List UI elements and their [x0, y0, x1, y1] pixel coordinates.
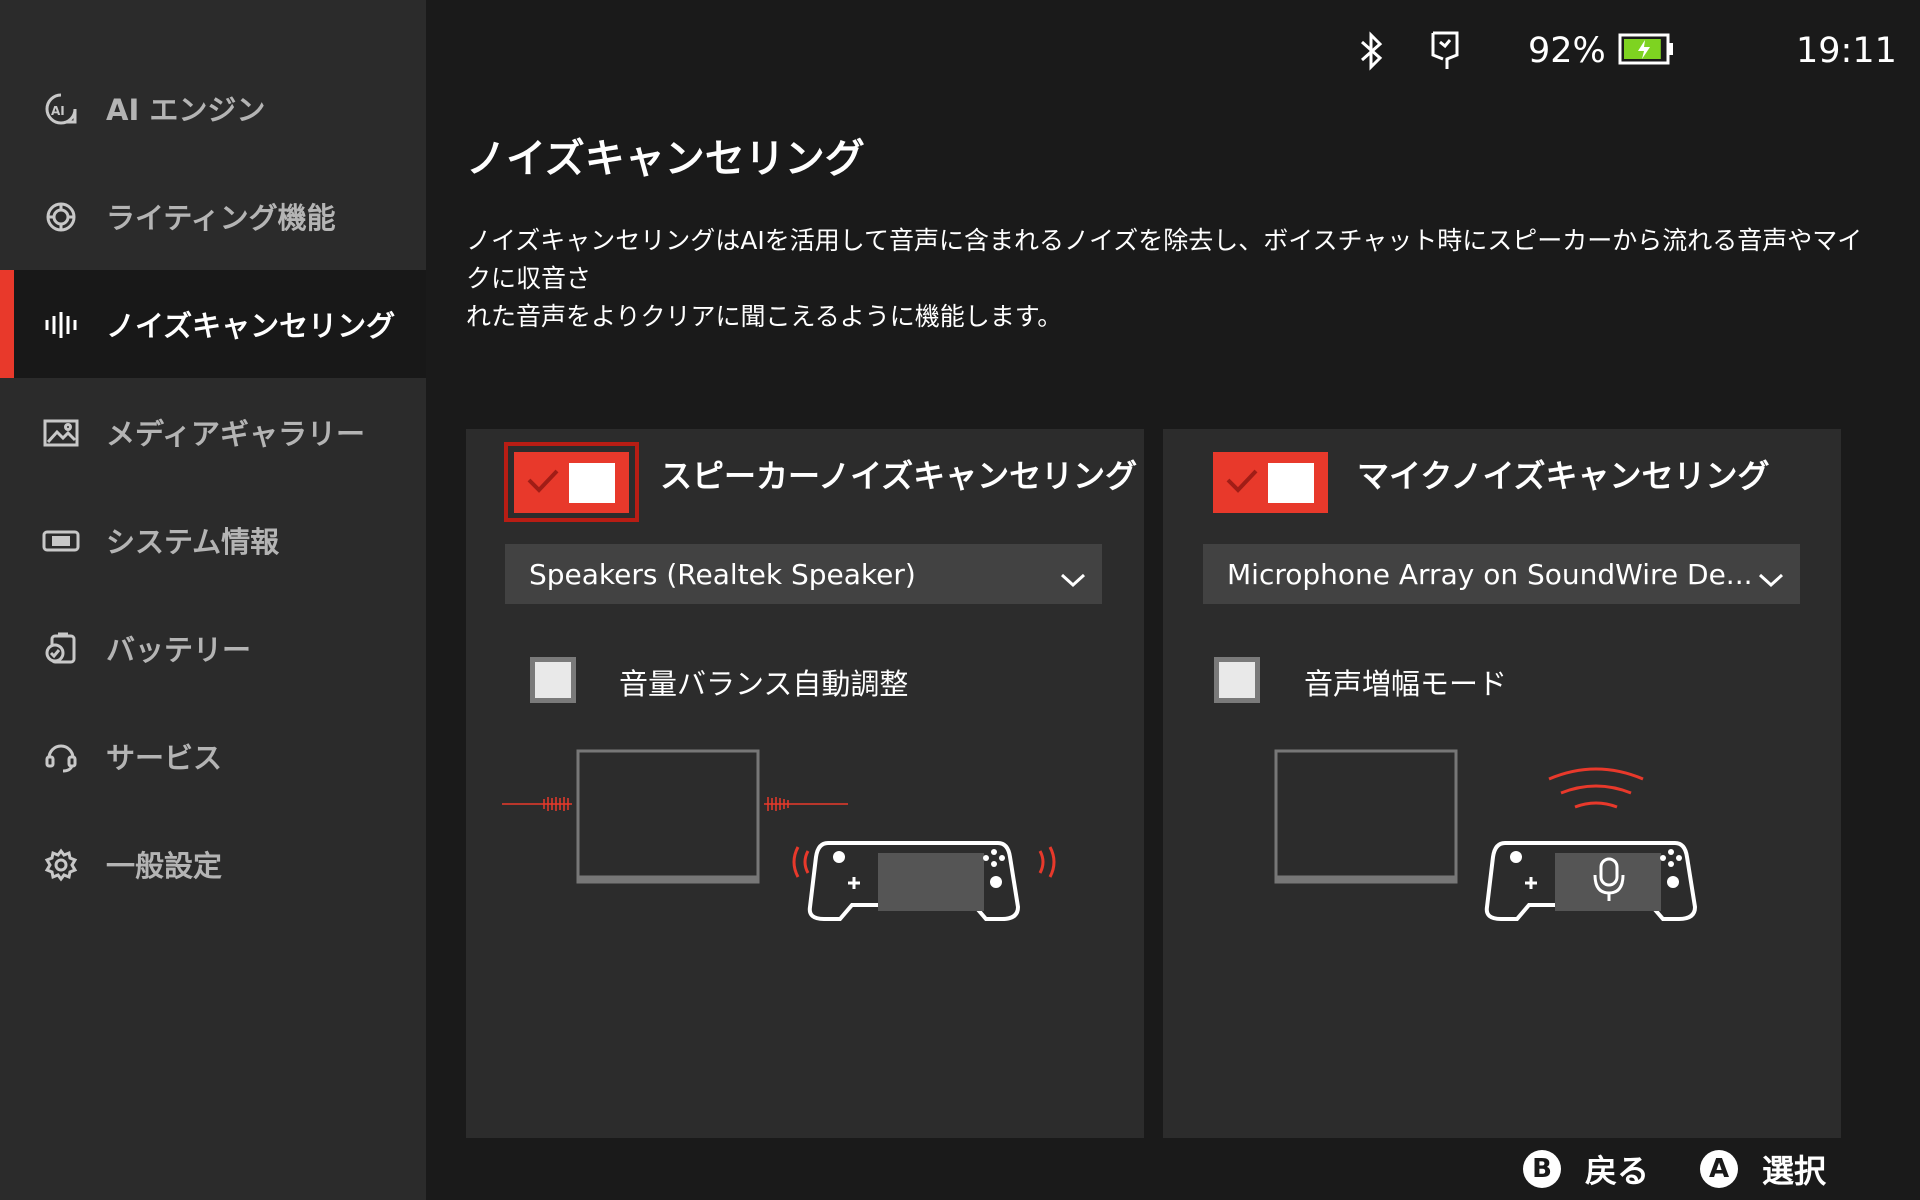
battery-check-icon [42, 632, 80, 666]
selected-device: Speakers (Realtek Speaker) [529, 557, 916, 591]
clock-time: 19:11 [1796, 31, 1897, 71]
speaker-card-title: スピーカーノイズキャンセリング [660, 457, 1138, 495]
ai-icon: AI [42, 92, 80, 126]
page-description: ノイズキャンセリングはAIを活用して音声に含まれるノイズを除去し、ボイスチャット… [466, 222, 1866, 336]
sidebar-item-lighting[interactable]: ライティング機能 [0, 162, 426, 270]
sidebar-item-label: ライティング機能 [106, 201, 336, 235]
speaker-illustration [502, 747, 1082, 951]
mic-toggle[interactable] [1213, 452, 1328, 513]
voice-boost-label: 音声増幅モード [1304, 667, 1508, 701]
signal-wave-icon [1548, 767, 1644, 809]
sidebar-item-label: サービス [106, 741, 223, 775]
image-icon [42, 416, 80, 450]
mic-card-title: マイクノイズキャンセリング [1357, 457, 1770, 495]
select-label: 選択 [1762, 1152, 1827, 1190]
sidebar-item-noise-cancelling[interactable]: ノイズキャンセリング [0, 270, 426, 378]
check-icon [1225, 468, 1259, 498]
sidebar-item-battery[interactable]: バッテリー [0, 594, 426, 702]
voice-boost-checkbox[interactable] [1214, 657, 1260, 703]
page-title: ノイズキャンセリング [466, 136, 865, 182]
a-button-icon: A [1700, 1150, 1738, 1188]
sidebar-item-general-settings[interactable]: 一般設定 [0, 810, 426, 918]
wifi-display-icon[interactable] [1430, 24, 1460, 78]
battery-icon [1618, 33, 1674, 69]
sidebar-item-label: AI エンジン [106, 93, 266, 127]
sidebar-item-service[interactable]: サービス [0, 702, 426, 810]
sidebar-item-label: 一般設定 [106, 849, 223, 883]
chevron-down-icon [1060, 562, 1086, 595]
chevron-down-icon [1758, 562, 1784, 595]
sidebar-item-label: メディアギャラリー [106, 417, 365, 451]
sidebar-item-system-info[interactable]: システム情報 [0, 486, 426, 594]
sidebar-item-label: システム情報 [106, 525, 280, 559]
svg-text:AI: AI [51, 104, 65, 118]
speaker-toggle[interactable] [514, 452, 629, 513]
sound-wave-lines [502, 797, 848, 811]
laptop-image [1274, 749, 1458, 884]
bluetooth-icon[interactable] [1358, 24, 1386, 78]
noise-wave-icon [42, 308, 80, 342]
sidebar-item-media-gallery[interactable]: メディアギャラリー [0, 378, 426, 486]
lighting-icon [42, 200, 80, 234]
speaker-card: スピーカーノイズキャンセリング Speakers (Realtek Speake… [466, 429, 1144, 1138]
laptop-image [576, 749, 760, 884]
clock: 19:11 [1796, 24, 1897, 78]
battery-status: 92% [1528, 24, 1674, 78]
sidebar-item-label: バッテリー [106, 633, 252, 667]
description-line: ノイズキャンセリングはAIを活用して音声に含まれるノイズを除去し、ボイスチャット… [466, 226, 1863, 293]
headset-icon [42, 740, 80, 774]
selected-device: Microphone Array on SoundWire De... [1227, 557, 1753, 591]
volume-balance-checkbox[interactable] [530, 657, 576, 703]
handheld-console-image [807, 841, 1021, 921]
gear-icon [42, 848, 80, 882]
mic-illustration [1273, 747, 1773, 951]
mic-card: マイクノイズキャンセリング Microphone Array on SoundW… [1163, 429, 1841, 1138]
mic-device-select[interactable]: Microphone Array on SoundWire De... [1203, 544, 1800, 604]
speaker-device-select[interactable]: Speakers (Realtek Speaker) [505, 544, 1102, 604]
toggle-knob [569, 463, 615, 503]
sidebar-item-ai-engine[interactable]: AI AI エンジン [0, 54, 426, 162]
back-label: 戻る [1585, 1152, 1650, 1190]
select-button[interactable]: A 選択 [1700, 1146, 1826, 1192]
description-line: れた音声をよりクリアに聞こえるように機能します。 [466, 302, 1063, 331]
sidebar: AI AI エンジン ライティング機能 ノイズキャンセリング メディアギャラリー… [0, 0, 426, 1200]
sidebar-item-label: ノイズキャンセリング [106, 309, 396, 343]
battery-percent: 92% [1528, 31, 1606, 71]
device-icon [42, 524, 80, 558]
b-button-icon: B [1523, 1150, 1561, 1188]
toggle-knob [1268, 463, 1314, 503]
back-button[interactable]: B 戻る [1523, 1146, 1649, 1192]
handheld-console-image [1484, 841, 1698, 921]
check-icon [526, 468, 560, 498]
volume-balance-label: 音量バランス自動調整 [619, 667, 909, 701]
